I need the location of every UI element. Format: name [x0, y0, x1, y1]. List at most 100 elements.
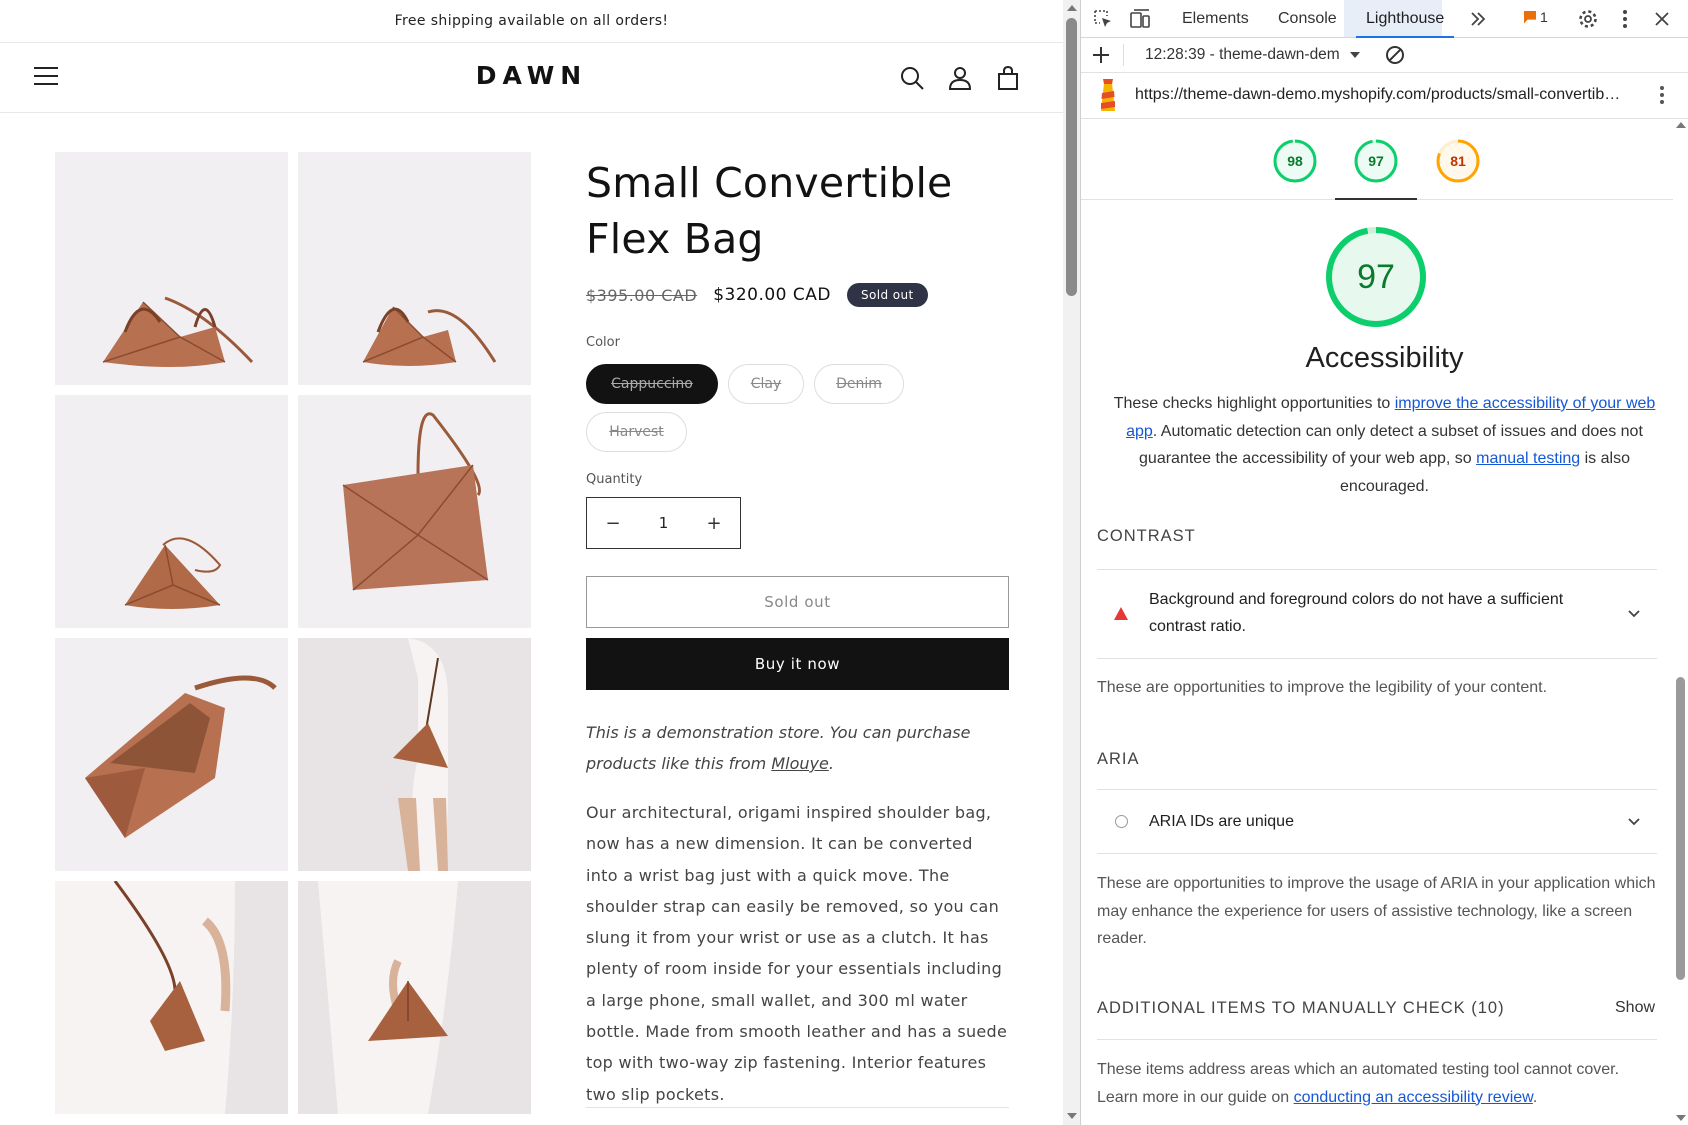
category-description: These checks highlight opportunities to …	[1101, 390, 1668, 500]
issues-count: 1	[1540, 9, 1548, 25]
score-gauge-1[interactable]: 98	[1272, 138, 1318, 184]
scroll-down-arrow[interactable]	[1676, 1115, 1686, 1121]
scroll-up-arrow[interactable]	[1676, 122, 1686, 128]
inspect-element-icon[interactable]	[1092, 8, 1114, 30]
clear-icon[interactable]	[1384, 44, 1406, 66]
scrollbar-thumb[interactable]	[1676, 677, 1685, 980]
product-description: Our architectural, origami inspired shou…	[586, 803, 1008, 1104]
quantity-stepper: − 1 +	[586, 497, 741, 549]
store-page: Free shipping available on all orders! D…	[0, 0, 1063, 1125]
description-text: .	[1532, 1088, 1538, 1106]
new-report-icon[interactable]	[1090, 44, 1112, 66]
page-scrollbar[interactable]	[1063, 0, 1080, 1125]
product-title: Small Convertible Flex Bag	[586, 159, 953, 263]
demo-note-suffix: .	[828, 754, 834, 773]
notapplicable-icon	[1115, 815, 1128, 828]
color-option-denim[interactable]: Denim	[814, 364, 904, 404]
audit-aria-ids[interactable]: ARIA IDs are unique	[1097, 790, 1657, 853]
score-value: 81	[1450, 153, 1466, 169]
manual-testing-link[interactable]: manual testing	[1476, 450, 1580, 467]
issue-flag-icon	[1524, 10, 1536, 24]
tab-lighthouse[interactable]: Lighthouse	[1355, 0, 1455, 38]
accessibility-review-link[interactable]: conducting an accessibility review	[1294, 1089, 1533, 1106]
scroll-up-arrow[interactable]	[1067, 5, 1077, 11]
product-image[interactable]	[55, 638, 288, 871]
contrast-section-title: CONTRAST	[1097, 527, 1196, 545]
audit-title: ARIA IDs are unique	[1149, 813, 1294, 830]
product-image[interactable]	[298, 395, 531, 628]
divider	[1097, 1039, 1657, 1040]
manual-checks-title: ADDITIONAL ITEMS TO MANUALLY CHECK (10)	[1097, 999, 1505, 1017]
product-image[interactable]	[55, 152, 288, 385]
announcement-bar: Free shipping available on all orders!	[0, 0, 1063, 43]
price-row: $395.00 CAD $320.00 CAD Sold out	[586, 283, 928, 307]
quantity-decrease-button[interactable]: −	[587, 513, 639, 534]
category-title: Accessibility	[1305, 342, 1464, 374]
score-value: 97	[1368, 153, 1384, 169]
search-icon[interactable]	[899, 65, 925, 91]
chevron-down-icon	[1628, 818, 1640, 826]
tab-elements[interactable]: Elements	[1182, 0, 1249, 37]
aria-section-description: These are opportunities to improve the u…	[1097, 875, 1656, 947]
chevron-down-icon	[1628, 610, 1640, 618]
contrast-section-description: These are opportunities to improve the l…	[1097, 679, 1548, 696]
lighthouse-logo-icon	[1095, 79, 1121, 113]
divider	[1097, 658, 1657, 659]
product-image[interactable]	[298, 152, 531, 385]
issues-counter[interactable]: 1	[1524, 9, 1548, 25]
devtools-tab-bar: Elements Console Lighthouse 1	[1081, 0, 1688, 38]
sale-price: $320.00 CAD	[713, 285, 831, 305]
quantity-increase-button[interactable]: +	[688, 513, 740, 534]
product-image[interactable]	[298, 638, 531, 871]
buy-now-button[interactable]: Buy it now	[586, 638, 1009, 690]
product-image[interactable]	[55, 395, 288, 628]
aria-section-title: ARIA	[1097, 750, 1140, 768]
sold-out-button[interactable]: Sold out	[586, 576, 1009, 628]
manual-checks-description: These items address areas which an autom…	[1097, 1056, 1657, 1111]
description-text: These checks highlight opportunities to	[1113, 395, 1395, 412]
close-icon[interactable]	[1651, 8, 1673, 30]
devtools-scrollbar[interactable]	[1673, 120, 1688, 1125]
show-manual-checks-button[interactable]: Show	[1615, 999, 1655, 1017]
lighthouse-toolbar: 12:28:39 - theme-dawn-dem	[1081, 38, 1688, 73]
color-option-cappuccino[interactable]: Cappuccino	[586, 364, 718, 404]
quantity-input[interactable]: 1	[639, 514, 688, 532]
score-gauges: 98 97 81	[1081, 120, 1688, 200]
account-icon[interactable]	[947, 65, 973, 91]
report-menu-icon[interactable]	[1651, 84, 1673, 106]
mlouye-link[interactable]: Mlouye	[771, 754, 829, 773]
settings-icon[interactable]	[1577, 8, 1599, 30]
more-options-icon[interactable]	[1614, 8, 1636, 30]
original-price: $395.00 CAD	[586, 285, 698, 305]
score-value: 98	[1287, 153, 1303, 169]
toolbar-separator	[1123, 44, 1124, 66]
store-header: DAWN	[0, 43, 1063, 113]
devtools-panel: Elements Console Lighthouse 1 12:28:39 -…	[1081, 0, 1688, 1125]
dropdown-arrow-icon	[1349, 52, 1360, 58]
selected-gauge-indicator	[1335, 198, 1417, 200]
color-label: Color	[586, 335, 620, 350]
audit-title: Background and foreground colors do not …	[1149, 591, 1564, 635]
tab-console[interactable]: Console	[1278, 0, 1337, 37]
device-toolbar-icon[interactable]	[1129, 8, 1151, 30]
score-gauge-2[interactable]: 97	[1353, 138, 1399, 184]
category-score-gauge: 97	[1324, 225, 1428, 329]
report-url-bar: https://theme-dawn-demo.myshopify.com/pr…	[1081, 73, 1688, 119]
product-image[interactable]	[55, 881, 288, 1114]
color-option-harvest[interactable]: Harvest	[586, 412, 687, 452]
product-image[interactable]	[298, 881, 531, 1114]
color-option-clay[interactable]: Clay	[728, 364, 804, 404]
audit-contrast[interactable]: Background and foreground colors do not …	[1097, 570, 1657, 658]
report-select[interactable]: 12:28:39 - theme-dawn-dem	[1145, 46, 1360, 64]
score-gauge-3[interactable]: 81	[1435, 138, 1481, 184]
scrollbar-thumb[interactable]	[1066, 18, 1077, 296]
sold-out-badge: Sold out	[846, 283, 928, 307]
cart-icon[interactable]	[995, 65, 1021, 91]
scroll-down-arrow[interactable]	[1067, 1113, 1077, 1119]
report-select-value: 12:28:39 - theme-dawn-dem	[1145, 46, 1340, 63]
more-tabs-icon[interactable]	[1467, 8, 1489, 30]
divider	[586, 1107, 1009, 1108]
report-url: https://theme-dawn-demo.myshopify.com/pr…	[1135, 86, 1621, 103]
fail-icon	[1114, 607, 1128, 620]
announcement-text: Free shipping available on all orders!	[394, 13, 669, 29]
